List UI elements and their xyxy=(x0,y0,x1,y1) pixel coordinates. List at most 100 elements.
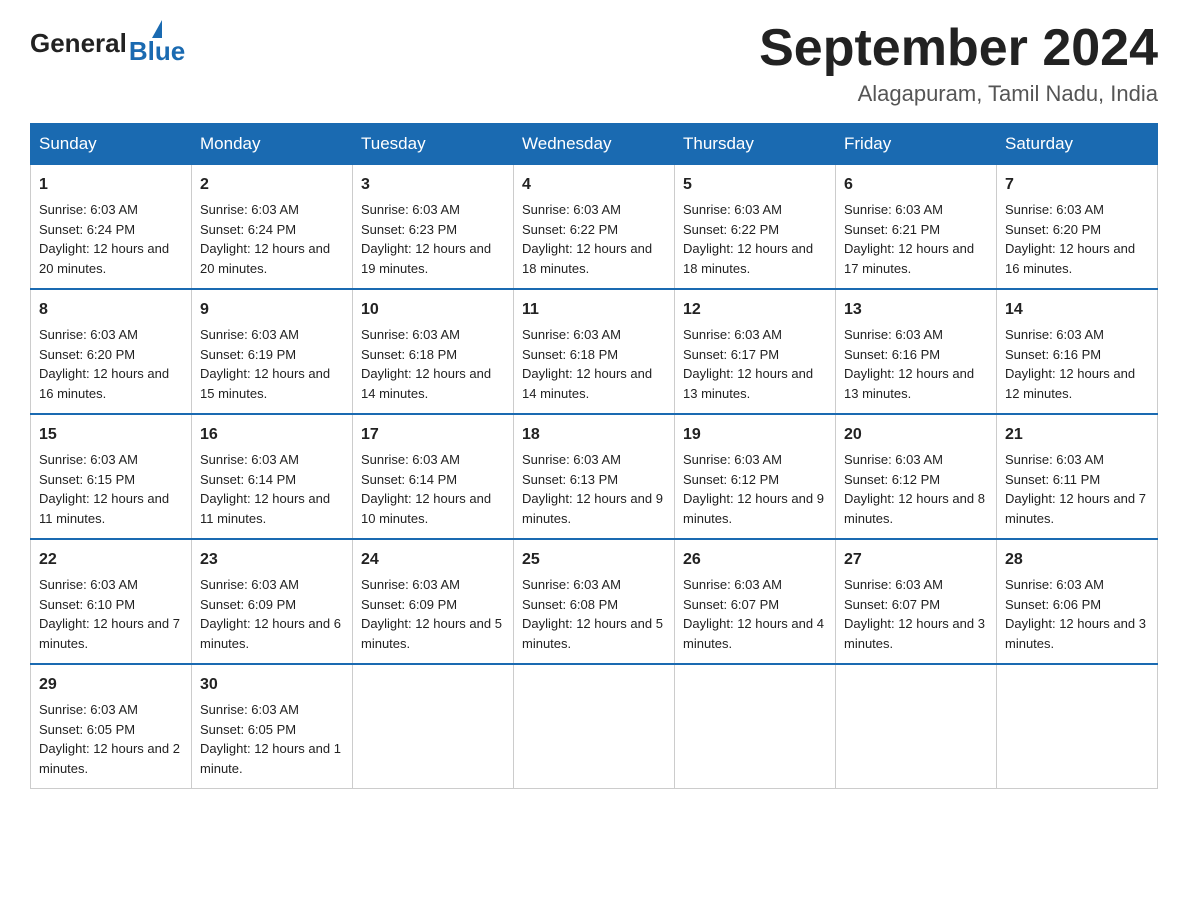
day-number: 20 xyxy=(844,423,988,447)
sunrise-text: Sunrise: 6:03 AM xyxy=(522,577,621,592)
day-number: 23 xyxy=(200,548,344,572)
calendar-cell: 5Sunrise: 6:03 AMSunset: 6:22 PMDaylight… xyxy=(675,165,836,290)
sunset-text: Sunset: 6:23 PM xyxy=(361,222,457,237)
daylight-text: Daylight: 12 hours and 7 minutes. xyxy=(1005,491,1146,526)
daylight-text: Daylight: 12 hours and 12 minutes. xyxy=(1005,366,1135,401)
daylight-text: Daylight: 12 hours and 10 minutes. xyxy=(361,491,491,526)
calendar-cell xyxy=(353,664,514,789)
sunset-text: Sunset: 6:24 PM xyxy=(39,222,135,237)
calendar-cell: 20Sunrise: 6:03 AMSunset: 6:12 PMDayligh… xyxy=(836,414,997,539)
sunset-text: Sunset: 6:11 PM xyxy=(1005,472,1100,487)
sunrise-text: Sunrise: 6:03 AM xyxy=(39,452,138,467)
calendar-week-row: 8Sunrise: 6:03 AMSunset: 6:20 PMDaylight… xyxy=(31,289,1158,414)
day-number: 1 xyxy=(39,173,183,197)
sunrise-text: Sunrise: 6:03 AM xyxy=(522,327,621,342)
sunset-text: Sunset: 6:18 PM xyxy=(361,347,457,362)
sunset-text: Sunset: 6:09 PM xyxy=(361,597,457,612)
sunrise-text: Sunrise: 6:03 AM xyxy=(361,202,460,217)
day-number: 29 xyxy=(39,673,183,697)
header-day-thursday: Thursday xyxy=(675,124,836,165)
sunset-text: Sunset: 6:09 PM xyxy=(200,597,296,612)
calendar-cell: 15Sunrise: 6:03 AMSunset: 6:15 PMDayligh… xyxy=(31,414,192,539)
calendar-week-row: 1 Sunrise: 6:03 AM Sunset: 6:24 PM Daylight… xyxy=(31,165,1158,290)
daylight-text: Daylight: 12 hours and 15 minutes. xyxy=(200,366,330,401)
daylight-text: Daylight: 12 hours and 7 minutes. xyxy=(39,616,180,651)
calendar-cell: 6 Sunrise: 6:03 AM Sunset: 6:21 PM Daylight… xyxy=(836,165,997,290)
calendar-cell: 3Sunrise: 6:03 AMSunset: 6:23 PMDaylight… xyxy=(353,165,514,290)
calendar-cell: 22Sunrise: 6:03 AMSunset: 6:10 PMDayligh… xyxy=(31,539,192,664)
sunrise-text: Sunrise: 6:03 AM xyxy=(200,327,299,342)
sunset-text: Sunset: 6:20 PM xyxy=(1005,222,1101,237)
calendar-week-row: 29 Sunrise: 6:03 AM Sunset: 6:05 PM Dayligh… xyxy=(31,664,1158,789)
calendar-cell: 25Sunrise: 6:03 AMSunset: 6:08 PMDayligh… xyxy=(514,539,675,664)
daylight-text: Daylight: 12 hours and 9 minutes. xyxy=(522,491,663,526)
sunrise-text: Sunrise: 6:03 AM xyxy=(361,327,460,342)
calendar-cell: 18Sunrise: 6:03 AMSunset: 6:13 PMDayligh… xyxy=(514,414,675,539)
sunset-text: Sunset: 6:10 PM xyxy=(39,597,135,612)
daylight-text: Daylight: 12 hours and 5 minutes. xyxy=(522,616,663,651)
daylight-text: Daylight: 12 hours and 17 minutes. xyxy=(844,241,974,276)
sunrise-text: Sunrise: 6:03 AM xyxy=(683,202,782,217)
calendar-cell: 4Sunrise: 6:03 AMSunset: 6:22 PMDaylight… xyxy=(514,165,675,290)
calendar-cell: 7Sunrise: 6:03 AMSunset: 6:20 PMDaylight… xyxy=(997,165,1158,290)
day-number: 17 xyxy=(361,423,505,447)
sunset-text: Sunset: 6:22 PM xyxy=(522,222,618,237)
day-number: 5 xyxy=(683,173,827,197)
calendar-cell: 24Sunrise: 6:03 AMSunset: 6:09 PMDayligh… xyxy=(353,539,514,664)
sunrise-text: Sunrise: 6:03 AM xyxy=(200,577,299,592)
sunrise-text: Sunrise: 6:03 AM xyxy=(844,452,943,467)
calendar-cell xyxy=(997,664,1158,789)
daylight-text: Daylight: 12 hours and 18 minutes. xyxy=(683,241,813,276)
calendar-cell: 1Sunrise: 6:03 AMSunset: 6:24 PMDaylight… xyxy=(31,165,192,290)
day-number: 11 xyxy=(522,298,666,322)
sunrise-text: Sunrise: 6:03 AM xyxy=(361,577,460,592)
day-number: 3 xyxy=(361,173,505,197)
sunset-text: Sunset: 6:18 PM xyxy=(522,347,618,362)
day-number: 27 xyxy=(844,548,988,572)
calendar-cell: 13Sunrise: 6:03 AMSunset: 6:16 PMDayligh… xyxy=(836,289,997,414)
sunrise-text: Sunrise: 6:03 AM xyxy=(39,702,138,717)
sunrise-text: Sunrise: 6:03 AM xyxy=(844,577,943,592)
sunrise-text: Sunrise: 6:03 AM xyxy=(1005,452,1104,467)
day-number: 19 xyxy=(683,423,827,447)
day-number: 9 xyxy=(200,298,344,322)
daylight-text: Daylight: 12 hours and 18 minutes. xyxy=(522,241,652,276)
calendar-cell: 16Sunrise: 6:03 AMSunset: 6:14 PMDayligh… xyxy=(192,414,353,539)
logo-blue-part: Blue xyxy=(129,20,185,67)
calendar-header-row: SundayMondayTuesdayWednesdayThursdayFrid… xyxy=(31,124,1158,165)
daylight-text: Daylight: 12 hours and 13 minutes. xyxy=(844,366,974,401)
sunrise-text: Sunrise: 6:03 AM xyxy=(683,452,782,467)
sunset-text: Sunset: 6:05 PM xyxy=(200,722,296,737)
calendar-cell: 17Sunrise: 6:03 AMSunset: 6:14 PMDayligh… xyxy=(353,414,514,539)
sunset-text: Sunset: 6:12 PM xyxy=(844,472,940,487)
calendar-week-row: 15 Sunrise: 6:03 AM Sunset: 6:15 PM Dayligh… xyxy=(31,414,1158,539)
daylight-text: Daylight: 12 hours and 9 minutes. xyxy=(683,491,824,526)
day-number: 26 xyxy=(683,548,827,572)
sunset-text: Sunset: 6:21 PM xyxy=(844,222,940,237)
daylight-text: Daylight: 12 hours and 14 minutes. xyxy=(361,366,491,401)
daylight-text: Daylight: 12 hours and 16 minutes. xyxy=(39,366,169,401)
sunset-text: Sunset: 6:12 PM xyxy=(683,472,779,487)
daylight-text: Daylight: 12 hours and 3 minutes. xyxy=(844,616,985,651)
sunrise-text: Sunrise: 6:03 AM xyxy=(683,577,782,592)
day-number: 24 xyxy=(361,548,505,572)
day-number: 18 xyxy=(522,423,666,447)
day-number: 10 xyxy=(361,298,505,322)
day-number: 15 xyxy=(39,423,183,447)
day-number: 6 xyxy=(844,173,988,197)
sunset-text: Sunset: 6:15 PM xyxy=(39,472,135,487)
sunrise-text: Sunrise: 6:03 AM xyxy=(683,327,782,342)
daylight-text: Daylight: 12 hours and 2 minutes. xyxy=(39,741,180,776)
sunrise-text: Sunrise: 6:03 AM xyxy=(522,202,621,217)
sunrise-text: Sunrise: 6:03 AM xyxy=(39,202,138,217)
calendar-cell: 2Sunrise: 6:03 AMSunset: 6:24 PMDaylight… xyxy=(192,165,353,290)
sunset-text: Sunset: 6:07 PM xyxy=(683,597,779,612)
sunset-text: Sunset: 6:16 PM xyxy=(1005,347,1101,362)
sunrise-text: Sunrise: 6:03 AM xyxy=(844,202,943,217)
calendar-cell: 29Sunrise: 6:03 AMSunset: 6:05 PMDayligh… xyxy=(31,664,192,789)
calendar-cell: 10 Sunrise: 6:03 AM Sunset: 6:18 PM Dayligh… xyxy=(353,289,514,414)
day-number: 16 xyxy=(200,423,344,447)
calendar-table: SundayMondayTuesdayWednesdayThursdayFrid… xyxy=(30,123,1158,789)
daylight-text: Daylight: 12 hours and 14 minutes. xyxy=(522,366,652,401)
sunrise-text: Sunrise: 6:03 AM xyxy=(361,452,460,467)
